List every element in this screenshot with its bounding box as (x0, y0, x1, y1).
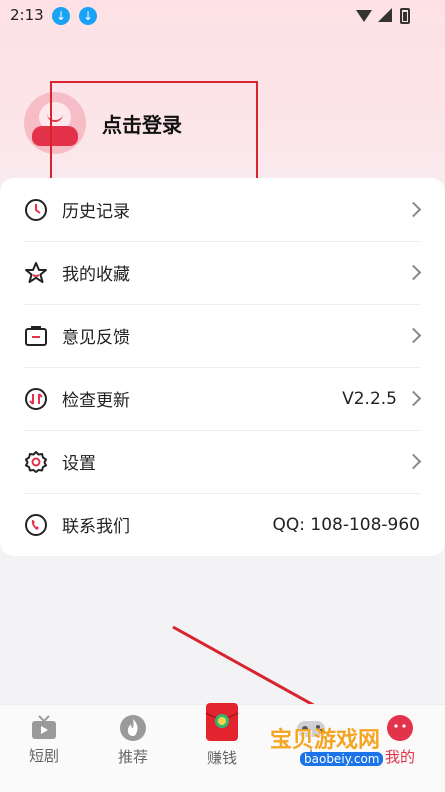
menu-label: 意见反馈 (62, 328, 130, 348)
menu-item-favorites[interactable]: 我的收藏 (0, 241, 445, 304)
tab-label: 推荐 (117, 748, 148, 766)
chevron-right-icon (405, 264, 422, 281)
profile-icon (387, 715, 413, 741)
red-packet-icon (205, 703, 239, 741)
download-icon: ↓ (52, 7, 70, 25)
chevron-right-icon (405, 390, 422, 407)
star-icon (24, 261, 48, 285)
tv-icon (32, 715, 56, 739)
tab-recommend[interactable]: 推荐 (98, 711, 168, 767)
phone-icon (24, 513, 48, 537)
contact-qq-value: QQ: 108-108-960 (272, 514, 420, 535)
fire-icon (120, 715, 146, 741)
signal-wifi-icons (356, 8, 410, 24)
chevron-right-icon (405, 327, 422, 344)
menu-label: 我的收藏 (62, 265, 130, 285)
menu-item-settings[interactable]: 设置 (0, 430, 445, 493)
annotation-highlight-box (50, 81, 258, 184)
update-icon (24, 387, 48, 411)
menu-label: 设置 (62, 454, 96, 474)
clock-icon (24, 198, 48, 222)
version-value: V2.2.5 (342, 388, 397, 409)
download-icon: ↓ (79, 7, 97, 25)
chevron-right-icon (405, 201, 422, 218)
menu-item-contact[interactable]: 联系我们 QQ: 108-108-960 (0, 493, 445, 556)
menu-item-history[interactable]: 历史记录 (0, 178, 445, 241)
menu-label: 检查更新 (62, 391, 130, 411)
menu-label: 联系我们 (62, 517, 130, 537)
tab-earn[interactable]: 赚钱 (187, 703, 257, 768)
menu-card: 历史记录 我的收藏 意见反馈 检查更新 V2.2.5 设置 联系我们 QQ: 1… (0, 178, 445, 556)
menu-item-feedback[interactable]: 意见反馈 (0, 304, 445, 367)
watermark-url: baobeiy.com (300, 752, 384, 766)
menu-item-check-update[interactable]: 检查更新 V2.2.5 (0, 367, 445, 430)
chevron-right-icon (405, 453, 422, 470)
status-bar: 2:13 ↓ ↓ (0, 0, 445, 32)
menu-label: 历史记录 (62, 202, 130, 222)
gear-icon (24, 450, 48, 474)
feedback-icon (24, 324, 48, 348)
tab-short-drama[interactable]: 短剧 (9, 711, 79, 766)
tab-label: 赚钱 (206, 749, 237, 767)
status-time: 2:13 (10, 6, 44, 24)
watermark-logo: 宝贝游戏网 (270, 728, 381, 753)
tab-label: 短剧 (28, 747, 59, 765)
